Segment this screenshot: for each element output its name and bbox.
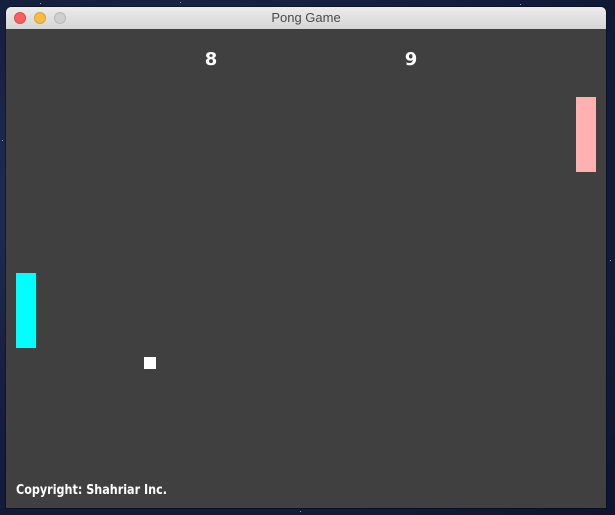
left-paddle	[16, 273, 36, 348]
ball	[144, 357, 156, 369]
right-player-score: 9	[404, 49, 418, 70]
game-canvas[interactable]: 8 9 Copyright: Shahriar Inc.	[6, 29, 606, 508]
copyright-text: Copyright: Shahriar Inc.	[16, 483, 167, 498]
game-window: Pong Game 8 9 Copyright: Shahriar Inc.	[6, 7, 606, 508]
title-bar[interactable]: Pong Game	[6, 7, 606, 30]
left-player-score: 8	[204, 49, 218, 70]
window-title: Pong Game	[271, 10, 341, 25]
right-paddle	[576, 97, 596, 172]
